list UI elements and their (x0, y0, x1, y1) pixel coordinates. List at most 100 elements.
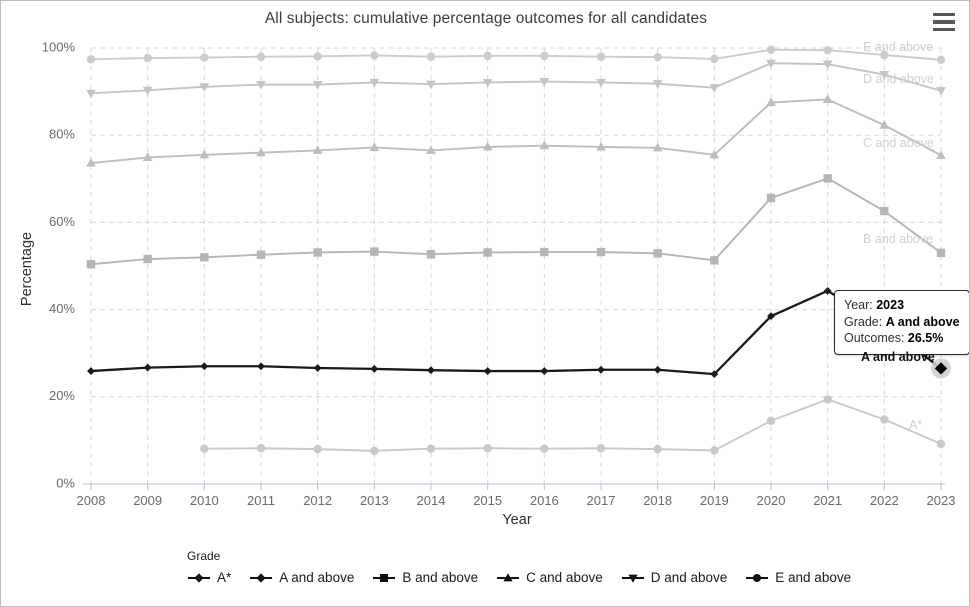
data-point-marker[interactable] (257, 362, 265, 371)
data-point-marker[interactable] (936, 87, 946, 96)
data-point-marker[interactable] (380, 573, 389, 582)
legend-marker-diamond-icon (188, 572, 210, 583)
data-point-marker[interactable] (653, 365, 662, 374)
legend-item-label: E and above (775, 570, 852, 585)
tooltip-outcomes-value: 26.5% (907, 331, 944, 345)
x-tick-label: 2014 (417, 493, 446, 508)
data-point-marker[interactable] (200, 53, 209, 62)
data-point-marker[interactable] (483, 248, 492, 257)
data-point-marker[interactable] (653, 444, 662, 454)
data-point-marker[interactable] (710, 54, 719, 64)
data-point-marker[interactable] (540, 367, 549, 375)
legend-item-label: A and above (279, 570, 355, 585)
data-point-marker[interactable] (426, 52, 436, 61)
data-point-marker[interactable] (87, 367, 95, 375)
data-point-marker[interactable] (483, 444, 492, 453)
data-point-marker[interactable] (596, 52, 606, 61)
data-point-marker[interactable] (143, 53, 152, 63)
data-point-marker[interactable] (143, 363, 152, 372)
data-point-marker[interactable] (313, 52, 322, 61)
data-point-marker[interactable] (540, 247, 549, 257)
data-point-marker[interactable] (540, 444, 549, 453)
data-point-marker[interactable] (256, 250, 266, 259)
series-d-and-above (86, 59, 946, 99)
x-axis-title: Year (502, 512, 531, 528)
legend-item-b-and-above[interactable]: B and above (372, 570, 478, 585)
data-point-marker[interactable] (370, 364, 379, 373)
data-series-layer (86, 45, 946, 456)
plot-area: 0% 20% 40% 60% 80% 100% 2008 2009 2010 2011 2012 2… (1, 1, 969, 606)
data-point-marker[interactable] (256, 52, 266, 61)
data-point-marker[interactable] (766, 45, 776, 54)
data-point-marker[interactable] (427, 366, 435, 375)
legend-item-label: D and above (650, 570, 728, 585)
data-point-marker[interactable] (823, 45, 832, 55)
legend-item-d-and-above[interactable]: D and above (621, 570, 728, 585)
legend: Grade A* A and above B and above C and abov… (187, 549, 887, 585)
data-point-marker[interactable] (256, 572, 266, 583)
data-point-marker[interactable] (370, 51, 379, 60)
data-point-marker[interactable] (540, 51, 549, 61)
data-point-marker[interactable] (936, 439, 946, 449)
legend-item-a-and-above[interactable]: A and above (249, 570, 354, 585)
series-end-label: D and above (863, 72, 934, 86)
data-point-marker[interactable] (709, 84, 720, 93)
tooltip-year-label: Year: (844, 298, 873, 312)
data-point-marker[interactable] (313, 248, 322, 257)
y-tick-label: 40% (49, 301, 75, 316)
data-point-marker[interactable] (597, 365, 605, 374)
data-point-marker[interactable] (86, 55, 96, 64)
data-point-marker[interactable] (653, 249, 662, 258)
series-line[interactable] (89, 289, 943, 376)
data-point-marker[interactable] (483, 367, 492, 375)
data-point-marker[interactable] (86, 260, 96, 269)
data-point-marker[interactable] (653, 52, 662, 62)
data-point-marker[interactable] (823, 174, 832, 183)
data-point-marker[interactable] (766, 193, 776, 203)
tooltip-grade-value: A and above (885, 314, 960, 329)
series-line[interactable] (90, 177, 942, 266)
y-tick-label: 80% (49, 127, 75, 142)
series-line[interactable] (90, 62, 942, 95)
data-point-marker[interactable] (880, 206, 889, 216)
data-point-marker[interactable] (936, 55, 946, 64)
data-point-marker[interactable] (370, 446, 379, 456)
legend-item-c-and-above[interactable]: C and above (496, 570, 603, 585)
series-line[interactable] (203, 398, 942, 452)
data-point-marker[interactable] (880, 415, 889, 424)
legend-marker-square-icon (373, 573, 396, 582)
data-point-marker[interactable] (710, 256, 719, 265)
series-line[interactable] (90, 98, 942, 165)
data-point-marker[interactable] (200, 253, 209, 262)
data-point-marker[interactable] (596, 247, 606, 257)
data-point-marker[interactable] (710, 446, 719, 455)
data-point-marker[interactable] (313, 444, 322, 454)
series-c-and-above (86, 94, 946, 167)
x-tick-label: 2012 (303, 493, 332, 508)
data-point-marker[interactable] (200, 444, 209, 453)
chart-container: All subjects: cumulative percentage outc… (0, 0, 970, 607)
data-point-marker[interactable] (426, 250, 436, 259)
data-point-marker[interactable] (936, 248, 946, 258)
legend-marker-diamond-icon (250, 572, 273, 583)
y-tick-label: 0% (56, 475, 75, 490)
legend-marker-triangle-down-icon (621, 574, 644, 583)
x-tick-label: 2016 (530, 493, 559, 508)
series-line[interactable] (90, 48, 942, 61)
legend-item-a[interactable]: A* (187, 570, 231, 585)
data-point-marker[interactable] (194, 572, 204, 583)
data-point-marker[interactable] (823, 395, 832, 404)
data-point-marker[interactable] (426, 444, 436, 453)
data-point-marker[interactable] (766, 416, 776, 425)
data-point-marker[interactable] (313, 364, 322, 372)
data-point-marker[interactable] (753, 573, 762, 582)
data-point-marker[interactable] (370, 247, 379, 256)
data-point-marker[interactable] (200, 362, 209, 371)
data-point-marker[interactable] (143, 254, 152, 264)
data-point-marker[interactable] (483, 51, 492, 61)
data-point-marker[interactable] (596, 444, 606, 453)
legend-item-e-and-above[interactable]: E and above (745, 570, 851, 585)
data-point-marker[interactable] (256, 444, 266, 453)
series-end-label: A* (909, 418, 922, 432)
x-tick-label: 2020 (757, 493, 786, 508)
